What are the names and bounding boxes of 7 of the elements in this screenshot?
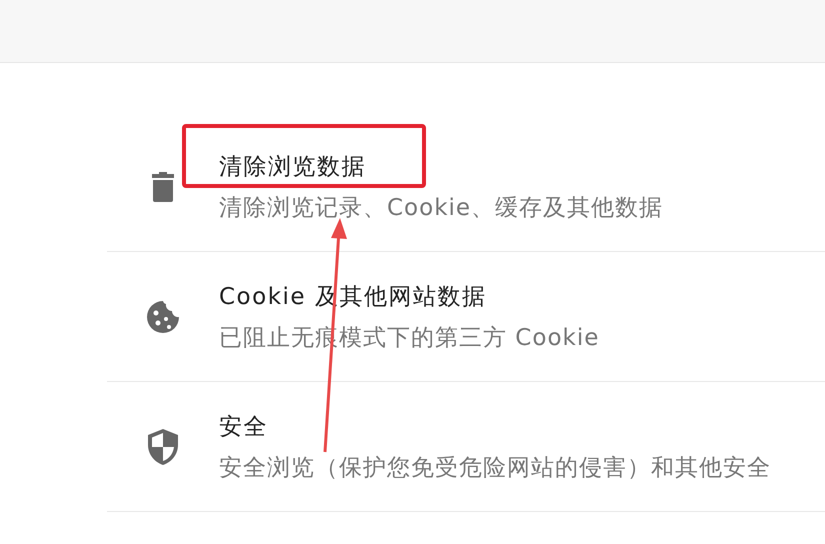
setting-title[interactable]: 清除浏览数据 (219, 150, 664, 182)
setting-title[interactable]: 安全 (219, 410, 771, 442)
setting-description: 清除浏览记录、Cookie、缓存及其他数据 (219, 194, 664, 222)
trash-icon (152, 172, 174, 202)
cookie-icon (146, 300, 180, 334)
shield-icon (148, 428, 178, 464)
setting-description: 安全浏览（保护您免受危险网站的侵害）和其他安全 (219, 454, 771, 482)
